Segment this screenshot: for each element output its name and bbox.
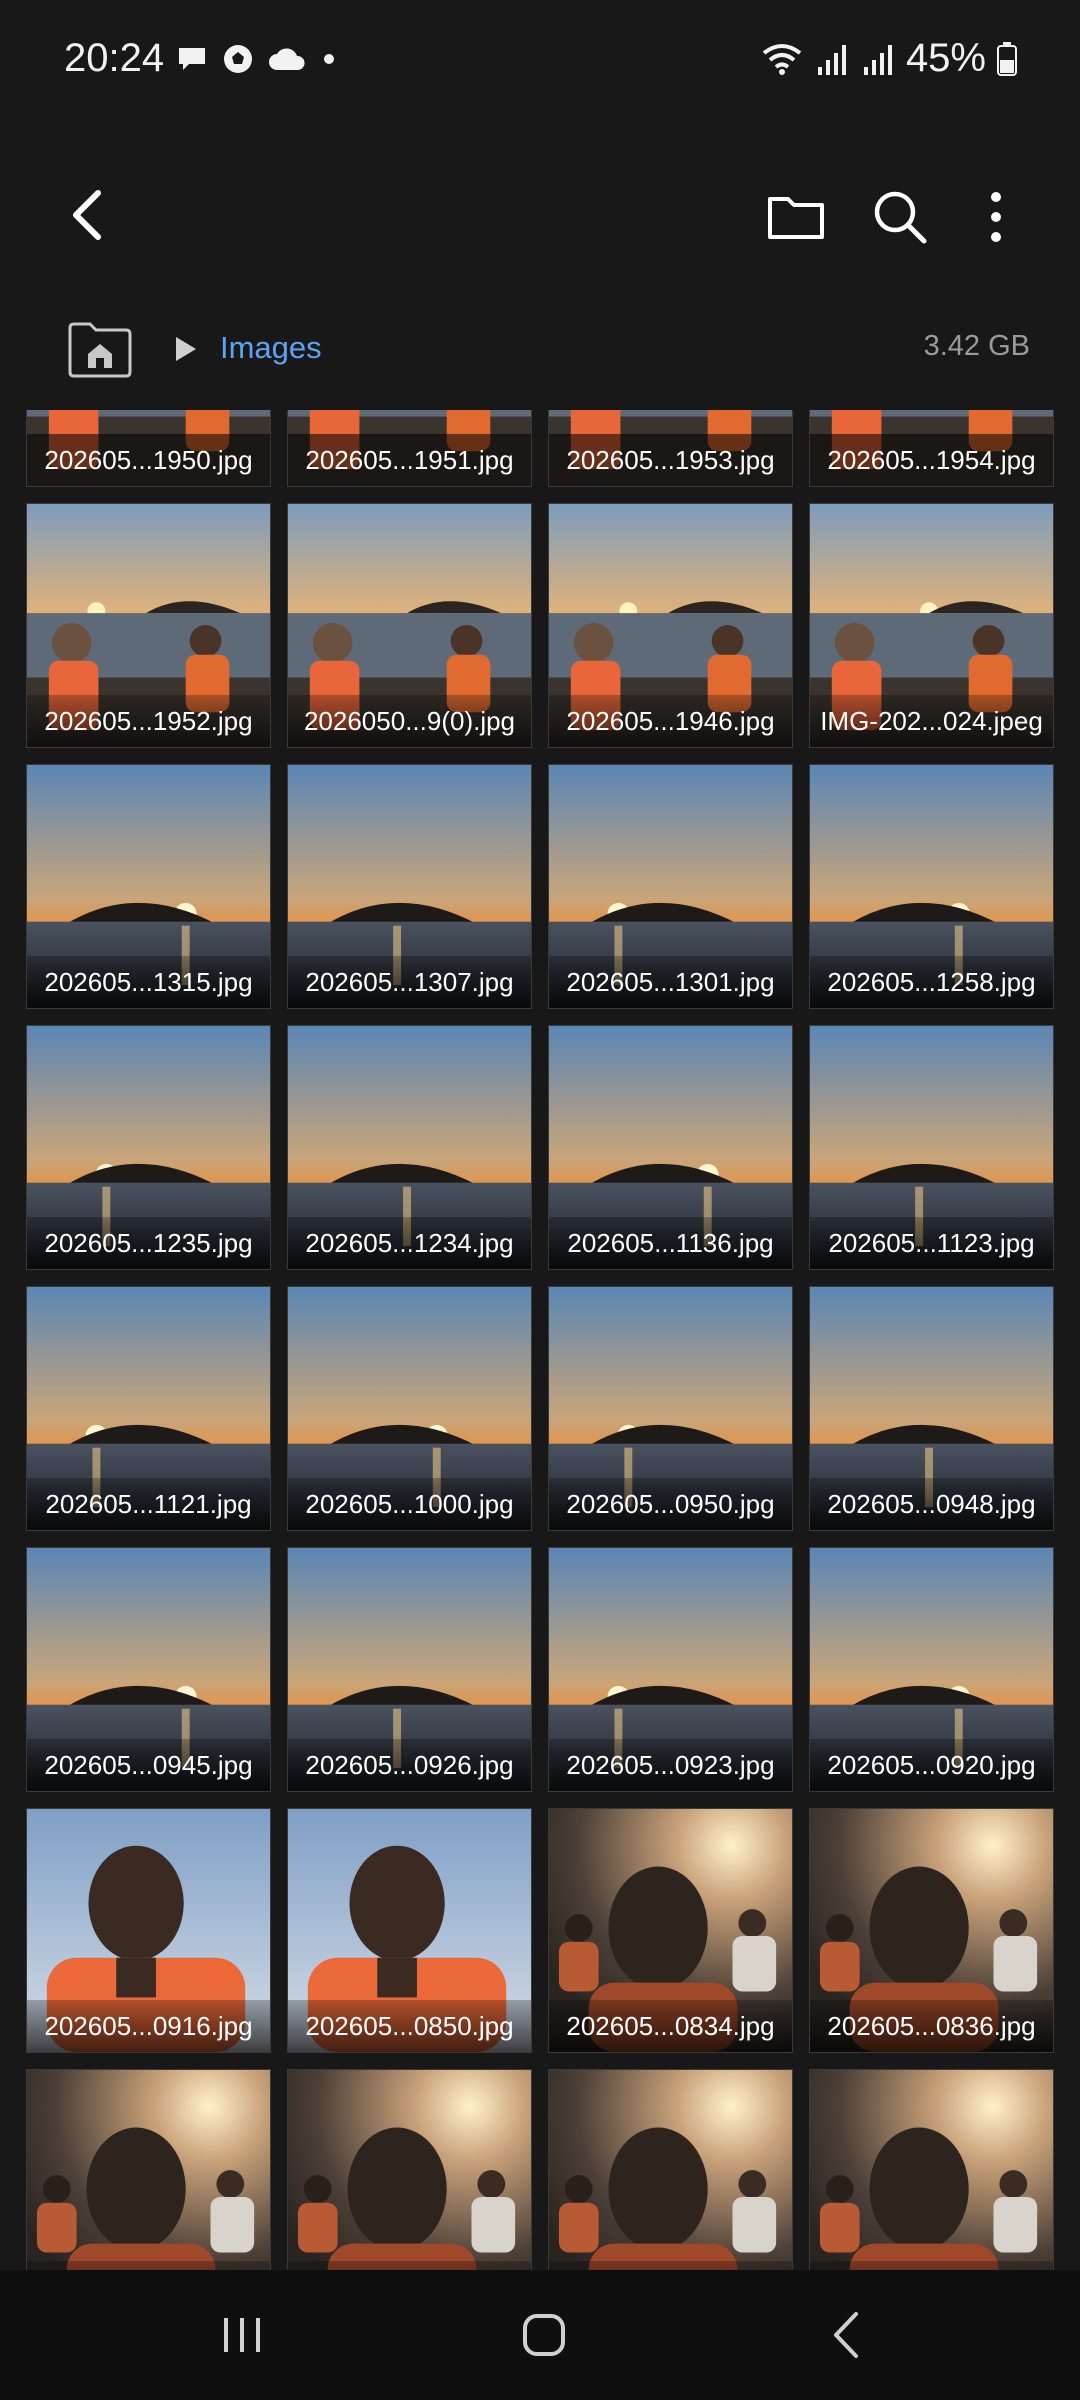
recent-apps-icon[interactable] [202,2300,282,2370]
image-thumbnail[interactable]: 202605...0945.jpg [26,1547,271,1792]
image-thumbnail[interactable]: 202605...1235.jpg [26,1025,271,1270]
chat-bubble-icon [179,48,205,70]
play-arrow-icon [176,337,196,361]
file-name-label: 2026050...9(0).jpg [288,695,531,747]
file-name-label: 202605...1950.jpg [27,434,270,486]
file-name-label: 202605...0923.jpg [549,1739,792,1791]
status-time: 20:24 [64,36,165,80]
image-thumbnail[interactable]: 202605...1136.jpg [548,1025,793,1270]
file-name-label: 202605...1307.jpg [288,956,531,1008]
image-thumbnail[interactable]: 202605...0923.jpg [548,1547,793,1792]
file-name-label: 202605...1000.jpg [288,1478,531,1530]
image-thumbnail[interactable]: 202605...1123.jpg [809,1025,1054,1270]
file-name-label: 202605...1234.jpg [288,1217,531,1269]
system-status: 45% [760,36,1018,81]
toolbar [0,160,1080,270]
image-thumbnail[interactable]: 202605...1946.jpg [548,503,793,748]
folder-icon[interactable] [764,185,828,249]
image-thumbnail[interactable]: 2026050...9(0).jpg [287,503,532,748]
home-folder-icon[interactable] [66,320,134,380]
image-grid: 202605...1950.jpg 202605...1951.jpg 202605… [0,410,1080,2270]
file-name-label: 202605...1953.jpg [549,434,792,486]
image-thumbnail[interactable]: 202605...1258.jpg [809,764,1054,1009]
file-name-label: 202605...1136.jpg [549,1217,792,1269]
file-name-label: 202605...0850.jpg [288,2000,531,2052]
image-thumbnail[interactable]: 202605...0950.jpg [548,1286,793,1531]
file-name-label: 202605...1301.jpg [549,956,792,1008]
image-thumbnail[interactable]: 202605...1307.jpg [287,764,532,1009]
image-thumbnail[interactable]: 202605...1315.jpg [26,764,271,1009]
file-name-label: 202605...1235.jpg [27,1217,270,1269]
file-name-label: 202605...0842.jpg [27,2261,270,2270]
file-name-label: 202605...0948.jpg [810,1478,1053,1530]
file-name-label: 202605...0836.jpg [810,2000,1053,2052]
battery-icon [997,41,1017,76]
image-thumbnail[interactable]: 202605...0837.jpg [548,2069,793,2270]
breadcrumb-images[interactable]: Images [220,330,322,366]
file-name-label: 202605...1946.jpg [549,695,792,747]
file-name-label: 202605...1258.jpg [810,956,1053,1008]
file-name-label: 202605...1954.jpg [810,434,1053,486]
status-bar: 20:24 45% [0,0,1080,120]
file-name-label: 202605...1951.jpg [288,434,531,486]
file-name-label: 202605...0916.jpg [27,2000,270,2052]
file-name-label: 202605...0835.jpg [810,2261,1053,2270]
image-thumbnail[interactable]: 202605...0834.jpg [548,1808,793,2053]
file-name-label: 202605...0945.jpg [27,1739,270,1791]
more-vert-icon[interactable] [964,185,1028,249]
dot-icon [324,54,334,64]
signal-icon [863,44,892,75]
file-name-label: 202605...0920.jpg [810,1739,1053,1791]
battery-percentage: 45% [905,36,986,80]
image-thumbnail[interactable]: 202605...0926.jpg [287,1547,532,1792]
file-name-label: 202605...1952.jpg [27,695,270,747]
image-thumbnail[interactable]: 202605...1951.jpg [287,410,532,487]
file-name-label: 202605...0926.jpg [288,1739,531,1791]
image-thumbnail[interactable]: 202605...1121.jpg [26,1286,271,1531]
file-name-label: 202605...0950.jpg [549,1478,792,1530]
wifi-icon [762,43,802,75]
file-name-label: 202605...1121.jpg [27,1478,270,1530]
soccer-ball-icon [224,45,252,73]
file-name-label: 202605...0840.jpg [288,2261,531,2270]
image-thumbnail[interactable]: IMG-202...024.jpeg [809,503,1054,748]
search-icon[interactable] [868,185,932,249]
image-thumbnail[interactable]: 202605...0840.jpg [287,2069,532,2270]
image-thumbnail[interactable]: 202605...1234.jpg [287,1025,532,1270]
image-thumbnail[interactable]: 202605...1953.jpg [548,410,793,487]
image-thumbnail[interactable]: 202605...0835.jpg [809,2069,1054,2270]
image-thumbnail[interactable]: 202605...0850.jpg [287,1808,532,2053]
file-name-label: 202605...1315.jpg [27,956,270,1008]
image-thumbnail[interactable]: 202605...0948.jpg [809,1286,1054,1531]
image-thumbnail[interactable]: 202605...0916.jpg [26,1808,271,2053]
path-bar: Images 3.42 GB [0,310,1080,390]
file-name-label: 202605...0834.jpg [549,2000,792,2052]
image-thumbnail[interactable]: 202605...0920.jpg [809,1547,1054,1792]
home-button-icon[interactable] [504,2300,584,2370]
navigation-bar [0,2270,1080,2400]
file-name-label: 202605...1123.jpg [810,1217,1053,1269]
image-thumbnail[interactable]: 202605...1000.jpg [287,1286,532,1531]
image-thumbnail[interactable]: 202605...1952.jpg [26,503,271,748]
back-icon[interactable] [808,2300,888,2370]
image-thumbnail[interactable]: 202605...1954.jpg [809,410,1054,487]
signal-icon [817,44,846,75]
file-name-label: 202605...0837.jpg [549,2261,792,2270]
storage-size: 3.42 GB [923,330,1030,362]
image-thumbnail[interactable]: 202605...0842.jpg [26,2069,271,2270]
image-thumbnail[interactable]: 202605...0836.jpg [809,1808,1054,2053]
cloud-icon [269,48,305,70]
notification-icons [175,42,339,76]
file-name-label: IMG-202...024.jpeg [810,695,1053,747]
image-thumbnail[interactable]: 202605...1301.jpg [548,764,793,1009]
image-thumbnail[interactable]: 202605...1950.jpg [26,410,271,487]
back-arrow-icon[interactable] [58,185,118,245]
